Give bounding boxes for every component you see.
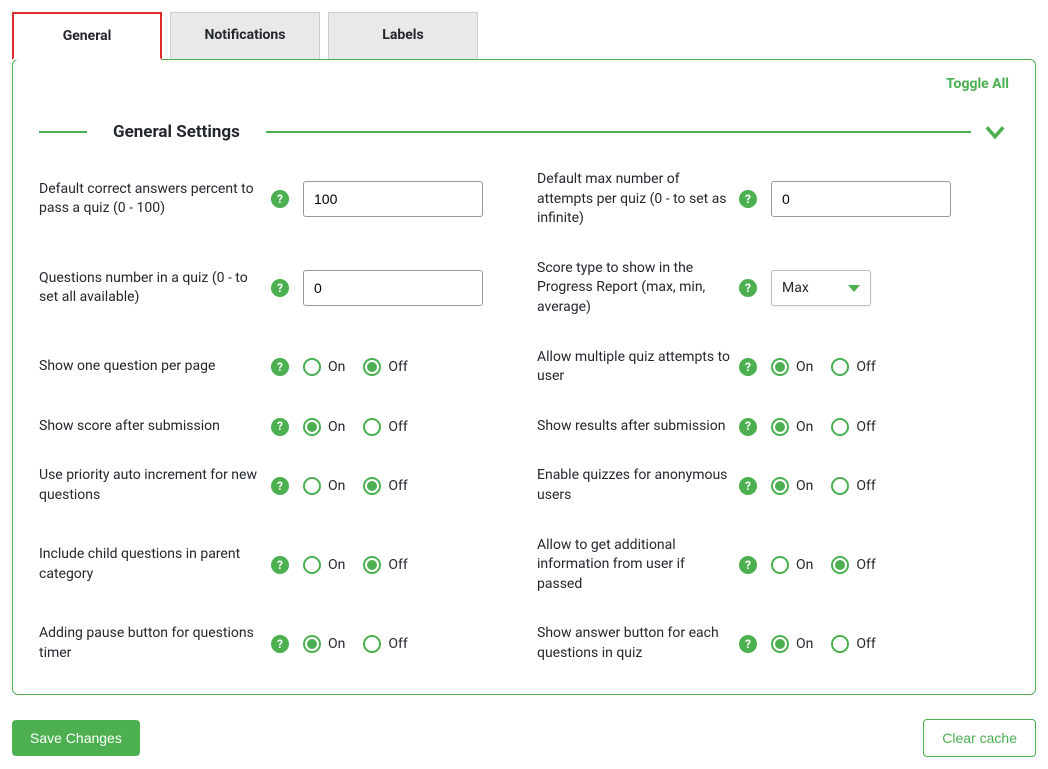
label-enable-anonymous: Enable quizzes for anonymous users	[537, 466, 731, 505]
label-allow-multiple: Allow multiple quiz attempts to user	[537, 348, 731, 387]
help-icon[interactable]: ?	[271, 418, 289, 436]
chevron-down-icon	[848, 285, 860, 292]
radio-off[interactable]: Off	[363, 635, 407, 653]
radio-off[interactable]: Off	[831, 477, 875, 495]
help-icon[interactable]: ?	[739, 418, 757, 436]
radio-on[interactable]: On	[771, 635, 813, 653]
help-icon[interactable]: ?	[739, 279, 757, 297]
help-icon[interactable]: ?	[739, 477, 757, 495]
clear-cache-button[interactable]: Clear cache	[923, 719, 1036, 757]
help-icon[interactable]: ?	[271, 279, 289, 297]
label-priority-auto-increment: Use priority auto increment for new ques…	[39, 466, 263, 505]
toggle-all-link[interactable]: Toggle All	[946, 76, 1009, 92]
radio-off[interactable]: Off	[831, 635, 875, 653]
help-icon[interactable]: ?	[739, 556, 757, 574]
label-show-results: Show results after submission	[537, 417, 731, 437]
radio-on[interactable]: On	[771, 477, 813, 495]
help-icon[interactable]: ?	[739, 190, 757, 208]
radio-off[interactable]: Off	[363, 556, 407, 574]
score-type-value: Max	[782, 280, 809, 296]
help-icon[interactable]: ?	[271, 358, 289, 376]
radio-on[interactable]: On	[771, 556, 813, 574]
label-questions-number: Questions number in a quiz (0 - to set a…	[39, 269, 263, 308]
divider	[266, 131, 971, 133]
label-pass-percent: Default correct answers percent to pass …	[39, 180, 263, 219]
radio-on[interactable]: On	[303, 635, 345, 653]
help-icon[interactable]: ?	[271, 635, 289, 653]
label-score-type: Score type to show in the Progress Repor…	[537, 259, 731, 318]
label-show-answer: Show answer button for each questions in…	[537, 624, 731, 663]
divider	[39, 131, 87, 133]
help-icon[interactable]: ?	[739, 358, 757, 376]
tab-general[interactable]: General	[12, 12, 162, 60]
radio-off[interactable]: Off	[363, 418, 407, 436]
questions-number-input[interactable]	[303, 270, 483, 306]
help-icon[interactable]: ?	[739, 635, 757, 653]
label-pause-button: Adding pause button for questions timer	[39, 624, 263, 663]
radio-off[interactable]: Off	[831, 418, 875, 436]
help-icon[interactable]: ?	[271, 556, 289, 574]
radio-on[interactable]: On	[771, 418, 813, 436]
max-attempts-input[interactable]	[771, 181, 951, 217]
radio-off[interactable]: Off	[831, 556, 875, 574]
label-show-one-per-page: Show one question per page	[39, 357, 263, 377]
radio-on[interactable]: On	[303, 556, 345, 574]
pass-percent-input[interactable]	[303, 181, 483, 217]
radio-on[interactable]: On	[303, 358, 345, 376]
label-max-attempts: Default max number of attempts per quiz …	[537, 170, 731, 229]
section-title: General Settings	[113, 122, 240, 142]
label-show-score: Show score after submission	[39, 417, 263, 437]
label-allow-add-info: Allow to get additional information from…	[537, 536, 731, 595]
tab-labels[interactable]: Labels	[328, 12, 478, 60]
chevron-down-icon[interactable]	[981, 118, 1009, 146]
radio-on[interactable]: On	[771, 358, 813, 376]
tab-notifications[interactable]: Notifications	[170, 12, 320, 60]
score-type-select[interactable]: Max	[771, 270, 871, 306]
settings-panel: Toggle All General Settings Default corr…	[12, 59, 1036, 695]
radio-off[interactable]: Off	[363, 358, 407, 376]
label-include-child: Include child questions in parent catego…	[39, 545, 263, 584]
save-button[interactable]: Save Changes	[12, 720, 140, 756]
help-icon[interactable]: ?	[271, 190, 289, 208]
radio-on[interactable]: On	[303, 418, 345, 436]
radio-off[interactable]: Off	[363, 477, 407, 495]
help-icon[interactable]: ?	[271, 477, 289, 495]
radio-off[interactable]: Off	[831, 358, 875, 376]
radio-on[interactable]: On	[303, 477, 345, 495]
